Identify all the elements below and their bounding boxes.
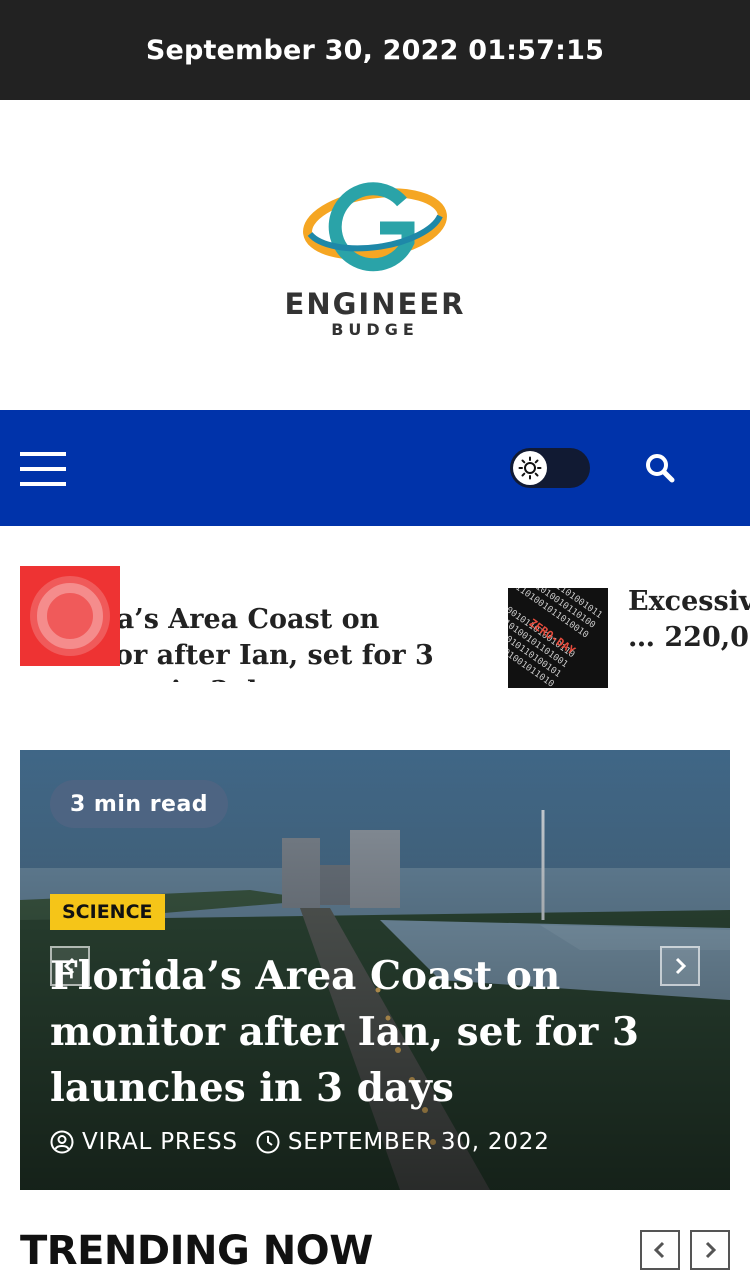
rocket-launch-thumbnail: [20, 566, 120, 666]
theme-toggle[interactable]: [510, 448, 590, 488]
post-author-link[interactable]: VIRAL PRESS: [50, 1129, 238, 1155]
ticker-thumbnail[interactable]: [20, 566, 120, 666]
trending-prev-button[interactable]: [640, 1230, 680, 1270]
menu-toggle-button[interactable]: [20, 450, 66, 488]
post-meta: VIRAL PRESS SEPTEMBER 30, 2022: [50, 1126, 568, 1158]
hamburger-icon-line: [20, 467, 66, 471]
news-ticker: Florida’s Area Coast on monitor after Ia…: [0, 526, 750, 750]
hamburger-icon-line: [20, 452, 66, 456]
ticker-item-link[interactable]: Florida’s Area Coast on monitor after Ia…: [120, 602, 490, 682]
read-time-badge: 3 min read: [50, 780, 228, 828]
current-datetime: September 30, 2022 01:57:15: [145, 34, 605, 66]
search-button[interactable]: [640, 448, 680, 488]
logo-subtitle: BUDGE: [331, 320, 419, 339]
post-date: SEPTEMBER 30, 2022: [287, 1129, 550, 1155]
ticker-item-title: Excessive 0-day unpatched … 220,000: [628, 586, 750, 653]
ticker-item-link[interactable]: Excessive 0-day unpatched … 220,000: [628, 584, 750, 694]
site-header: ENGINEER BUDGE: [0, 100, 750, 410]
post-author: VIRAL PRESS: [82, 1129, 238, 1155]
site-logo[interactable]: ENGINEER BUDGE: [270, 172, 480, 342]
ticker-item-title: Florida’s Area Coast on monitor after Ia…: [120, 604, 434, 682]
trending-next-button[interactable]: [690, 1230, 730, 1270]
post-date-link[interactable]: SEPTEMBER 30, 2022: [256, 1129, 550, 1155]
binary-code-thumbnail: 0110100101101001011 1001011010010110100 …: [508, 588, 608, 688]
trending-heading: TRENDING NOW: [20, 1228, 373, 1274]
search-icon: [646, 454, 675, 483]
hamburger-icon-line: [20, 482, 66, 486]
main-navbar: [0, 410, 750, 526]
logo-mark-icon: [303, 182, 447, 272]
ticker-thumbnail[interactable]: 0110100101101001011 1001011010010110100 …: [508, 588, 608, 688]
featured-post-title[interactable]: Florida’s Area Coast on monitor after Ia…: [50, 948, 710, 1116]
sun-icon: [518, 456, 542, 480]
featured-slider[interactable]: 3 min read SCIENCE Florida’s Area Coast …: [20, 750, 730, 1190]
logo-title: ENGINEER: [284, 287, 466, 321]
chevron-right-icon: [705, 1241, 717, 1259]
top-bar: September 30, 2022 01:57:15: [0, 0, 750, 100]
toggle-knob: [513, 451, 547, 485]
user-icon: [50, 1130, 74, 1154]
clock-icon: [256, 1130, 280, 1154]
category-badge-science[interactable]: SCIENCE: [50, 894, 165, 930]
chevron-left-icon: [653, 1241, 665, 1259]
